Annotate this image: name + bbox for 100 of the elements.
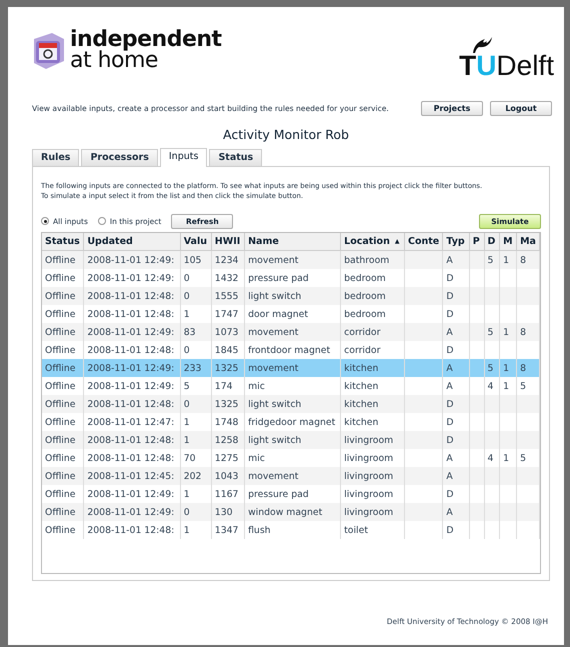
table-row[interactable]: Offline 2008-11-01 12:49: 83 1073 movement corridor A 5 1 8: [42, 323, 540, 341]
table-cell: 2008-11-01 12:48:: [84, 287, 180, 305]
table-cell: 1073: [211, 323, 245, 341]
radio-icon[interactable]: [98, 217, 106, 225]
table-cell: 1258: [211, 431, 245, 449]
table-cell: 1: [180, 431, 212, 449]
table-cell: movement: [244, 359, 341, 377]
table-cell: flush: [244, 521, 341, 539]
table-cell: bathroom: [340, 250, 404, 269]
table-cell: Offline: [42, 395, 84, 413]
logo-subtitle: at home: [70, 50, 158, 71]
table-cell: Offline: [42, 431, 84, 449]
table-cell: 2008-11-01 12:45:: [84, 467, 180, 485]
table-cell: A: [442, 250, 470, 269]
table-row[interactable]: Offline 2008-11-01 12:48: 1 1258 light switch livingroom D: [42, 431, 540, 449]
table-cell: 5: [484, 323, 500, 341]
table-cell: Offline: [42, 503, 84, 521]
table-cell: D: [442, 521, 470, 539]
table-cell: 202: [180, 467, 212, 485]
table-cell: 2008-11-01 12:49:: [84, 323, 180, 341]
table-cell: corridor: [340, 323, 404, 341]
column-header[interactable]: Name: [244, 233, 341, 250]
table-cell: A: [442, 503, 470, 521]
table-cell: 233: [180, 359, 212, 377]
table-cell: 2008-11-01 12:49:: [84, 503, 180, 521]
table-row[interactable]: Offline 2008-11-01 12:49: 0 130 window magnet livingroom A: [42, 503, 540, 521]
column-header[interactable]: M: [500, 233, 517, 250]
table-cell: D: [442, 431, 470, 449]
table-cell: Offline: [42, 323, 84, 341]
table-cell: 1: [500, 359, 517, 377]
table-row[interactable]: Offline 2008-11-01 12:49: 105 1234 movement bathroom A 5 1 8: [42, 250, 540, 269]
logo-title: independent: [70, 29, 222, 50]
table-cell: 83: [180, 323, 212, 341]
table-cell: D: [442, 287, 470, 305]
table-cell: Offline: [42, 467, 84, 485]
table-cell: livingroom: [340, 503, 404, 521]
table-cell: bedroom: [340, 287, 404, 305]
table-cell: window magnet: [244, 503, 341, 521]
table-cell: light switch: [244, 287, 341, 305]
table-cell: 1555: [211, 287, 245, 305]
table-cell: kitchen: [340, 395, 404, 413]
table-cell: 8: [516, 323, 540, 341]
tab[interactable]: Rules: [32, 149, 80, 166]
table-cell: light switch: [244, 431, 341, 449]
table-cell: 1043: [211, 467, 245, 485]
column-header[interactable]: Ma: [516, 233, 540, 250]
table-cell: 5: [484, 359, 500, 377]
table-cell: Offline: [42, 250, 84, 269]
table-row[interactable]: Offline 2008-11-01 12:48: 1 1347 flush toilet D: [42, 521, 540, 539]
table-cell: Offline: [42, 359, 84, 377]
nav-button[interactable]: Projects: [421, 101, 483, 116]
table-cell: D: [442, 395, 470, 413]
table-cell: livingroom: [340, 431, 404, 449]
table-cell: 2008-11-01 12:48:: [84, 395, 180, 413]
table-cell: 1325: [211, 395, 245, 413]
column-header[interactable]: Valu: [180, 233, 212, 250]
table-cell: Offline: [42, 521, 84, 539]
tab[interactable]: Processors: [81, 149, 158, 166]
column-header[interactable]: D: [484, 233, 500, 250]
column-header[interactable]: Typ: [442, 233, 470, 250]
table-cell: 2008-11-01 12:48:: [84, 431, 180, 449]
table-cell: 0: [180, 287, 212, 305]
table-cell: 2008-11-01 12:48:: [84, 521, 180, 539]
table-cell: toilet: [340, 521, 404, 539]
table-row[interactable]: Offline 2008-11-01 12:49: 233 1325 movement kitchen A 5 1 8: [42, 359, 540, 377]
table-cell: A: [442, 323, 470, 341]
table-cell: livingroom: [340, 467, 404, 485]
table-cell: 1234: [211, 250, 245, 269]
table-cell: 8: [516, 250, 540, 269]
table-cell: 1325: [211, 359, 245, 377]
table-row[interactable]: Offline 2008-11-01 12:48: 0 1555 light switch bedroom D: [42, 287, 540, 305]
page-title: Activity Monitor Rob: [222, 127, 350, 142]
table-cell: 2008-11-01 12:49:: [84, 250, 180, 269]
table-cell: 1: [500, 323, 517, 341]
table-row[interactable]: Offline 2008-11-01 12:45: 202 1043 movement livingroom A: [42, 467, 540, 485]
column-header[interactable]: Updated: [84, 233, 180, 250]
table-cell: Offline: [42, 287, 84, 305]
table-row[interactable]: Offline 2008-11-01 12:48: 0 1325 light switch kitchen D: [42, 395, 540, 413]
table-cell: 0: [180, 395, 212, 413]
table-cell: 105: [180, 250, 212, 269]
table-cell: A: [442, 359, 470, 377]
tab[interactable]: Status: [209, 149, 262, 166]
table-cell: 8: [516, 359, 540, 377]
flame-icon: [471, 35, 494, 53]
radio-icon[interactable]: [41, 217, 49, 225]
column-header[interactable]: Conte: [404, 233, 443, 250]
table-cell: 0: [180, 503, 212, 521]
table-cell: kitchen: [340, 359, 404, 377]
column-header[interactable]: P: [469, 233, 484, 250]
table-cell: movement: [244, 467, 341, 485]
table-cell: 2008-11-01 12:49:: [84, 359, 180, 377]
table-cell: movement: [244, 323, 341, 341]
table-cell: movement: [244, 250, 341, 269]
tab[interactable]: Inputs: [160, 148, 208, 167]
column-header[interactable]: HWII: [211, 233, 245, 250]
column-header[interactable]: Status: [42, 233, 84, 250]
table-cell: A: [442, 467, 470, 485]
nav-button[interactable]: Logout: [490, 101, 552, 116]
table-cell: 1: [180, 521, 212, 539]
table-cell: light switch: [244, 395, 341, 413]
